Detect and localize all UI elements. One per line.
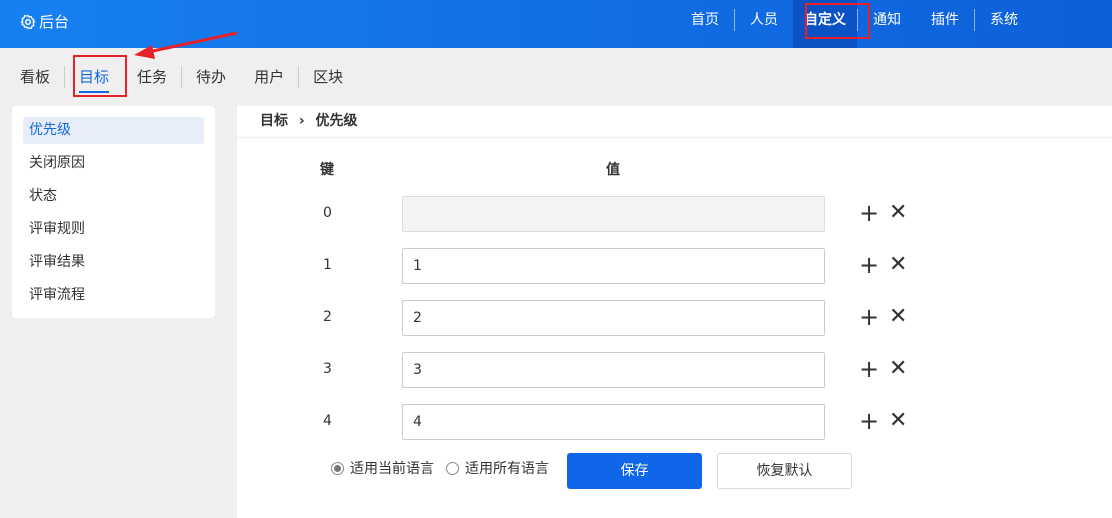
plus-icon[interactable]: + [859, 252, 879, 278]
table-row: 4 + ✕ [237, 404, 1112, 440]
sidebar-item-status[interactable]: 状态 [23, 183, 204, 210]
tab-todo[interactable]: 待办 [182, 48, 240, 106]
breadcrumb: 目标 › 优先级 [237, 106, 1112, 138]
breadcrumb-parent[interactable]: 目标 [260, 113, 288, 129]
close-icon[interactable]: ✕ [889, 200, 907, 226]
sidebar: 优先级 关闭原因 状态 评审规则 评审结果 评审流程 [12, 106, 215, 318]
tab-task[interactable]: 任务 [123, 48, 181, 106]
sidebar-item-review-rules[interactable]: 评审规则 [23, 216, 204, 243]
value-header: 值 [606, 162, 620, 178]
close-icon[interactable]: ✕ [889, 408, 907, 434]
top-nav: 首页 人员 自定义 通知 插件 系统 [676, 0, 1033, 48]
row-key: 3 [323, 361, 332, 377]
sidebar-item-review-process[interactable]: 评审流程 [23, 282, 204, 309]
row-value-input[interactable] [402, 300, 825, 336]
key-header: 键 [320, 162, 334, 178]
gear-icon [20, 14, 36, 29]
table-row: 2 + ✕ [237, 300, 1112, 336]
tab-board[interactable]: 看板 [6, 48, 64, 106]
plus-icon[interactable]: + [859, 200, 879, 226]
close-icon[interactable]: ✕ [889, 252, 907, 278]
nav-custom[interactable]: 自定义 [793, 0, 857, 48]
row-key: 2 [323, 309, 332, 325]
row-value-input[interactable] [402, 352, 825, 388]
main-panel: 目标 › 优先级 键 值 0 + ✕1 + ✕2 + ✕3 + ✕4 + ✕ 适… [237, 106, 1112, 518]
radio-current-language[interactable] [331, 461, 344, 475]
nav-plugins[interactable]: 插件 [916, 0, 974, 48]
table-row: 1 + ✕ [237, 248, 1112, 284]
nav-people[interactable]: 人员 [735, 0, 793, 48]
table-row: 3 + ✕ [237, 352, 1112, 388]
sidebar-item-priority[interactable]: 优先级 [23, 117, 204, 144]
radio-current-language-label[interactable]: 适用当前语言 [350, 458, 434, 478]
sub-nav: 看板 目标 任务 待办 用户 区块 [0, 48, 357, 106]
top-header: 后台 首页 人员 自定义 通知 插件 系统 [0, 0, 1112, 48]
nav-system[interactable]: 系统 [975, 0, 1033, 48]
radio-all-languages[interactable] [446, 461, 459, 475]
breadcrumb-current: 优先级 [315, 113, 358, 129]
language-options: 适用当前语言 适用所有语言 [331, 458, 549, 478]
row-key: 1 [323, 257, 332, 273]
row-value-input[interactable] [402, 196, 825, 232]
table-row: 0 + ✕ [237, 196, 1112, 232]
brand[interactable]: 后台 [20, 11, 69, 32]
plus-icon[interactable]: + [859, 356, 879, 382]
tab-block[interactable]: 区块 [299, 48, 357, 106]
brand-label: 后台 [39, 13, 70, 31]
plus-icon[interactable]: + [859, 304, 879, 330]
close-icon[interactable]: ✕ [889, 304, 907, 330]
nav-notify[interactable]: 通知 [858, 0, 916, 48]
radio-all-languages-label[interactable]: 适用所有语言 [465, 458, 549, 478]
breadcrumb-separator: › [298, 113, 305, 129]
row-key: 4 [323, 413, 332, 429]
tab-user[interactable]: 用户 [240, 48, 298, 106]
sidebar-item-review-results[interactable]: 评审结果 [23, 249, 204, 276]
row-value-input[interactable] [402, 248, 825, 284]
plus-icon[interactable]: + [859, 408, 879, 434]
row-value-input[interactable] [402, 404, 825, 440]
sidebar-item-close-reason[interactable]: 关闭原因 [23, 150, 204, 177]
row-key: 0 [323, 205, 332, 221]
tab-goal[interactable]: 目标 [65, 48, 123, 106]
reset-default-button[interactable]: 恢复默认 [717, 453, 852, 489]
nav-home[interactable]: 首页 [676, 0, 734, 48]
save-button[interactable]: 保存 [567, 453, 702, 489]
close-icon[interactable]: ✕ [889, 356, 907, 382]
